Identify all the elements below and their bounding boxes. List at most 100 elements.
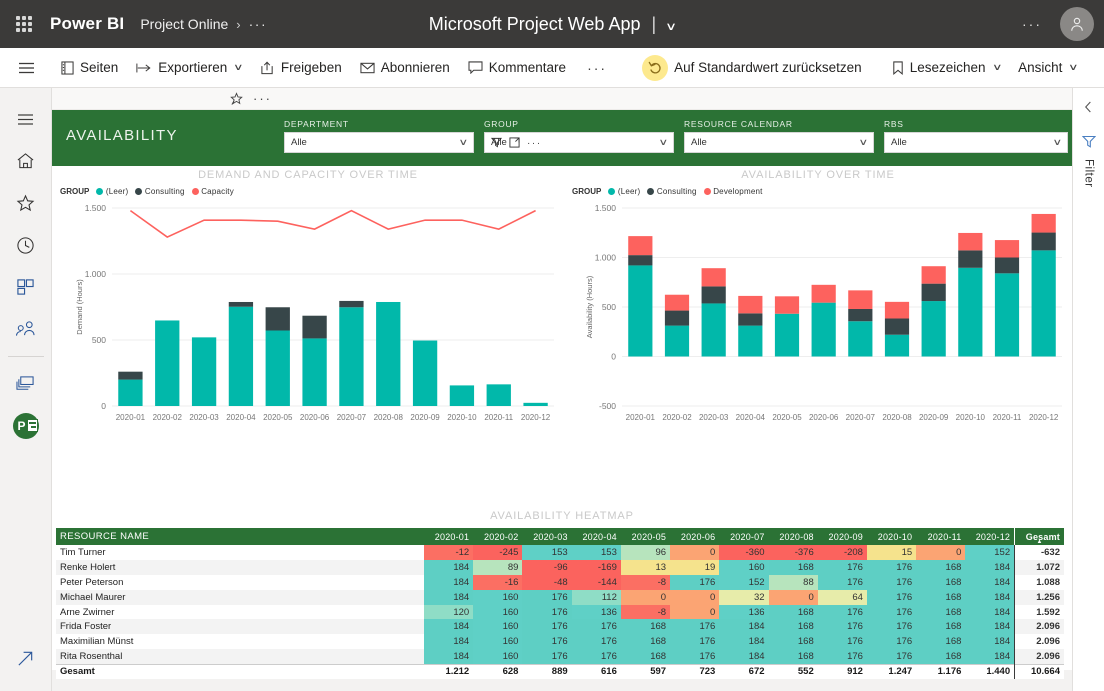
cell-2020-08[interactable]: -376 bbox=[768, 545, 818, 560]
filter-icon[interactable] bbox=[490, 137, 503, 151]
reset-to-default-button[interactable]: Auf Standardwert zurücksetzen bbox=[633, 48, 871, 88]
cell-2020-08[interactable]: 168 bbox=[768, 649, 818, 665]
filter-pane-label[interactable]: Filter bbox=[1083, 159, 1095, 188]
cell-2020-02[interactable]: 160 bbox=[473, 649, 523, 665]
legend-item-development[interactable]: Development bbox=[703, 187, 763, 196]
bookmarks-button[interactable]: Lesezeichen ∨ bbox=[883, 48, 1009, 88]
filter-funnel-icon[interactable] bbox=[1081, 135, 1096, 153]
column-header-resource-name[interactable]: RESOURCE NAME bbox=[56, 528, 424, 545]
column-header-2020-03[interactable]: 2020-03 bbox=[522, 528, 572, 545]
hamburger-menu-icon[interactable] bbox=[0, 61, 52, 75]
cell-2020-06[interactable]: 0 bbox=[670, 604, 720, 620]
cell-2020-09[interactable]: 176 bbox=[817, 634, 867, 650]
cell-2020-05[interactable]: 168 bbox=[620, 634, 671, 650]
column-header-2020-02[interactable]: 2020-02 bbox=[473, 528, 523, 545]
column-header-2020-11[interactable]: 2020-11 bbox=[916, 528, 966, 545]
cell-2020-03[interactable]: 176 bbox=[522, 634, 572, 650]
slicer-rbs-dropdown[interactable]: Alle ∨ bbox=[884, 132, 1068, 153]
table-row[interactable]: Michael Maurer 184 160 176 112 0 0 32 0 64 176 168 1… bbox=[56, 589, 1064, 605]
column-header-2020-01[interactable]: 2020-01 bbox=[424, 528, 474, 545]
sidebar-item-recent[interactable] bbox=[0, 224, 52, 266]
cell-2020-07[interactable]: 152 bbox=[719, 574, 769, 590]
cell-2020-02[interactable]: 160 bbox=[473, 634, 523, 650]
cell-2020-09[interactable]: 176 bbox=[817, 649, 867, 665]
cell-2020-09[interactable]: 176 bbox=[817, 574, 867, 590]
slicer-department-dropdown[interactable]: Alle ∨ bbox=[284, 132, 474, 153]
cell-2020-01[interactable]: 184 bbox=[424, 634, 474, 650]
share-button[interactable]: Freigeben bbox=[251, 48, 351, 88]
column-header-2020-08[interactable]: 2020-08 bbox=[768, 528, 818, 545]
cell-2020-06[interactable]: 176 bbox=[670, 574, 720, 590]
cell-2020-08[interactable]: 168 bbox=[768, 634, 818, 650]
column-header-2020-10[interactable]: 2020-10 bbox=[866, 528, 917, 545]
powerbi-brand[interactable]: Power BI bbox=[50, 14, 124, 34]
cell-2020-05[interactable]: -8 bbox=[620, 604, 671, 620]
cell-2020-06[interactable]: 19 bbox=[670, 559, 720, 575]
cell-2020-08[interactable]: 0 bbox=[768, 589, 818, 605]
cell-2020-11[interactable]: 168 bbox=[916, 649, 966, 665]
cell-2020-07[interactable]: 160 bbox=[719, 559, 769, 575]
cell-2020-11[interactable]: 168 bbox=[916, 574, 966, 590]
cell-2020-12[interactable]: 152 bbox=[965, 545, 1015, 560]
cell-2020-12[interactable]: 184 bbox=[965, 574, 1015, 590]
slicer-rbs[interactable]: RBS Alle ∨ bbox=[884, 119, 1068, 153]
cell-2020-10[interactable]: 176 bbox=[866, 634, 917, 650]
pages-button[interactable]: Seiten bbox=[52, 48, 127, 88]
cell-2020-09[interactable]: 176 bbox=[817, 619, 867, 635]
cell-2020-09[interactable]: 176 bbox=[817, 559, 867, 575]
cell-2020-04[interactable]: 136 bbox=[571, 604, 621, 620]
cell-2020-02[interactable]: -245 bbox=[473, 545, 523, 560]
cell-2020-03[interactable]: 176 bbox=[522, 619, 572, 635]
table-row[interactable]: Renke Holert 184 89 -96 -169 13 19 160 168 176 176… bbox=[56, 559, 1064, 575]
cell-2020-08[interactable]: 168 bbox=[768, 559, 818, 575]
cell-2020-03[interactable]: -96 bbox=[522, 559, 572, 575]
cell-2020-03[interactable]: -48 bbox=[522, 574, 572, 590]
user-avatar-icon[interactable] bbox=[1060, 7, 1094, 41]
cell-2020-04[interactable]: -144 bbox=[571, 574, 621, 590]
cell-2020-02[interactable]: 160 bbox=[473, 589, 523, 605]
cell-2020-05[interactable]: 168 bbox=[620, 619, 671, 635]
table-row[interactable]: Tim Turner -12 -245 153 153 96 0 -360 -376 -208 15… bbox=[56, 545, 1064, 560]
view-button[interactable]: Ansicht ∨ bbox=[1009, 48, 1086, 88]
cell-2020-01[interactable]: 184 bbox=[424, 649, 474, 665]
export-button[interactable]: Exportieren ∨ bbox=[127, 48, 251, 88]
sidebar-item-shared-with-me[interactable] bbox=[0, 308, 52, 350]
cell-2020-07[interactable]: 136 bbox=[719, 604, 769, 620]
cell-2020-12[interactable]: 184 bbox=[965, 619, 1015, 635]
cell-2020-06[interactable]: 0 bbox=[670, 589, 720, 605]
page-more-options-button[interactable]: ··· bbox=[253, 91, 272, 106]
cell-2020-02[interactable]: -16 bbox=[473, 574, 523, 590]
app-launcher-icon[interactable] bbox=[0, 0, 48, 48]
slicer-department[interactable]: DEPARTMENT Alle ∨ bbox=[284, 119, 474, 153]
cell-2020-05[interactable]: 168 bbox=[620, 649, 671, 665]
cell-2020-07[interactable]: 184 bbox=[719, 619, 769, 635]
slicer-resource-calendar[interactable]: RESOURCE CALENDAR Alle ∨ bbox=[684, 119, 874, 153]
cell-2020-04[interactable]: 112 bbox=[571, 589, 621, 605]
cell-2020-03[interactable]: 176 bbox=[522, 649, 572, 665]
cell-2020-09[interactable]: -208 bbox=[817, 545, 867, 560]
focus-mode-icon[interactable] bbox=[509, 136, 520, 151]
sidebar-item-apps[interactable] bbox=[0, 266, 52, 308]
table-row[interactable]: Frida Foster 184 160 176 176 168 176 184 168 176 1… bbox=[56, 619, 1064, 635]
slicer-resource-calendar-dropdown[interactable]: Alle ∨ bbox=[684, 132, 874, 153]
cell-2020-06[interactable]: 176 bbox=[670, 649, 720, 665]
cell-2020-07[interactable]: -360 bbox=[719, 545, 769, 560]
cell-2020-03[interactable]: 153 bbox=[522, 545, 572, 560]
slicer-group-dropdown[interactable]: Alle ∨ ··· bbox=[484, 132, 674, 153]
cell-2020-12[interactable]: 184 bbox=[965, 604, 1015, 620]
slicer-group[interactable]: GROUP Alle ∨ ··· bbox=[484, 119, 674, 153]
cell-2020-11[interactable]: 168 bbox=[916, 634, 966, 650]
cell-2020-06[interactable]: 176 bbox=[670, 634, 720, 650]
column-header-2020-05[interactable]: 2020-05 bbox=[620, 528, 671, 545]
cell-2020-01[interactable]: -12 bbox=[424, 545, 474, 560]
cell-2020-05[interactable]: -8 bbox=[620, 574, 671, 590]
sidebar-item-workspaces[interactable] bbox=[0, 363, 52, 405]
cell-2020-10[interactable]: 15 bbox=[866, 545, 917, 560]
table-row[interactable]: Arne Zwirner 120 160 176 136 -8 0 136 168 176 176 1… bbox=[56, 604, 1064, 620]
column-header-2020-07[interactable]: 2020-07 bbox=[719, 528, 769, 545]
legend-item-consulting[interactable]: Consulting bbox=[647, 187, 697, 196]
cell-2020-11[interactable]: 168 bbox=[916, 589, 966, 605]
top-more-options-button[interactable]: ··· bbox=[1004, 16, 1060, 32]
cell-2020-04[interactable]: 153 bbox=[571, 545, 621, 560]
cell-2020-08[interactable]: 168 bbox=[768, 619, 818, 635]
